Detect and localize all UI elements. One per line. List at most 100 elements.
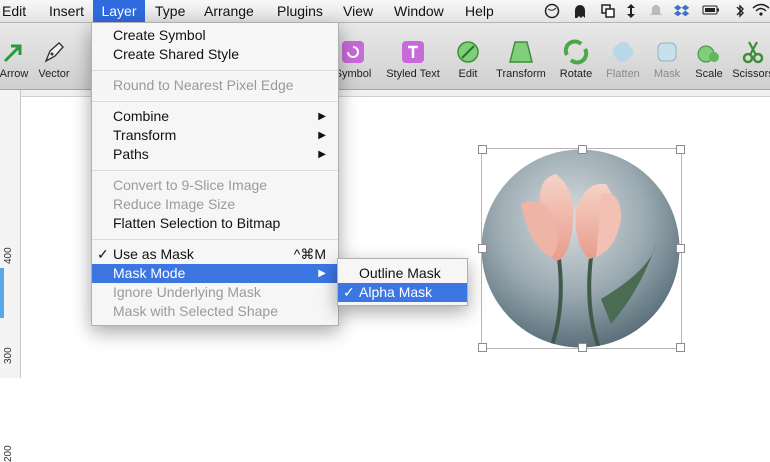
transform-icon bbox=[507, 39, 535, 68]
resize-handle-top-right[interactable] bbox=[676, 145, 685, 154]
ruler-selection-marker bbox=[0, 268, 4, 318]
bell-icon[interactable] bbox=[648, 3, 664, 19]
menu-item-alpha-mask[interactable]: ✓ Alpha Mask bbox=[338, 283, 467, 302]
mask-icon bbox=[654, 39, 680, 68]
resize-handle-top[interactable] bbox=[578, 145, 587, 154]
transform-tool-button[interactable]: Transform bbox=[490, 23, 552, 89]
menu-item-flatten-to-bitmap[interactable]: Flatten Selection to Bitmap bbox=[92, 214, 338, 233]
styled-text-tool-button[interactable]: Styled Text bbox=[381, 23, 445, 89]
menu-help[interactable]: Help bbox=[465, 0, 494, 22]
menu-item-use-as-mask[interactable]: ✓ Use as Mask ^⌘M bbox=[92, 245, 338, 264]
edit-tool-label: Edit bbox=[458, 68, 478, 80]
updown-arrow-icon[interactable] bbox=[624, 3, 638, 19]
menu-item-label: Mask Mode bbox=[113, 265, 186, 281]
menu-item-paths[interactable]: Paths ▶ bbox=[92, 145, 338, 164]
menu-shortcut: ^⌘M bbox=[293, 246, 326, 262]
menu-item-label: Mask with Selected Shape bbox=[113, 303, 278, 319]
ruler-label: 300 bbox=[3, 347, 14, 364]
flatten-tool-label: Flatten bbox=[606, 68, 640, 80]
dropbox-icon[interactable] bbox=[673, 3, 691, 19]
vector-tool-label: Vector bbox=[38, 68, 70, 80]
menu-type[interactable]: Type bbox=[155, 0, 185, 22]
menu-item-outline-mask[interactable]: Outline Mask bbox=[338, 264, 467, 283]
rotate-tool-label: Rotate bbox=[559, 68, 593, 80]
menu-separator bbox=[92, 70, 338, 71]
menu-item-label: Reduce Image Size bbox=[113, 196, 236, 212]
menu-item-combine[interactable]: Combine ▶ bbox=[92, 107, 338, 126]
rotate-tool-button[interactable]: Rotate bbox=[555, 23, 597, 89]
scissors-tool-button[interactable]: Scissors bbox=[731, 23, 770, 89]
resize-handle-bottom[interactable] bbox=[578, 343, 587, 352]
checkmark-icon: ✓ bbox=[97, 246, 109, 262]
resize-handle-left[interactable] bbox=[478, 244, 487, 253]
menu-item-label: Paths bbox=[113, 146, 149, 162]
mask-tool-label: Mask bbox=[653, 68, 681, 80]
menu-item-create-symbol[interactable]: Create Symbol bbox=[92, 26, 338, 45]
scale-tool-button[interactable]: Scale bbox=[690, 23, 728, 89]
selection-bounding-box bbox=[478, 145, 685, 352]
menu-item-label: Outline Mask bbox=[359, 265, 441, 281]
menu-item-round-to-pixel-edge: Round to Nearest Pixel Edge bbox=[92, 76, 338, 95]
symbol-icon bbox=[340, 39, 366, 68]
menu-item-label: Combine bbox=[113, 108, 170, 124]
scissors-icon bbox=[740, 39, 766, 68]
resize-handle-bottom-right[interactable] bbox=[676, 343, 685, 352]
arrow-tool-label: Arrow bbox=[0, 68, 29, 80]
menu-separator bbox=[92, 101, 338, 102]
vector-pen-icon bbox=[41, 39, 67, 68]
submenu-arrow-icon: ▶ bbox=[318, 111, 326, 122]
vector-tool-button[interactable]: Vector bbox=[34, 23, 74, 89]
menu-item-convert-9-slice: Convert to 9-Slice Image bbox=[92, 176, 338, 195]
menu-item-label: Alpha Mask bbox=[359, 284, 433, 300]
menu-item-label: Flatten Selection to Bitmap bbox=[113, 215, 281, 231]
submenu-arrow-icon: ▶ bbox=[318, 149, 326, 160]
checkmark-icon: ✓ bbox=[343, 284, 355, 300]
menu-item-label: Transform bbox=[113, 127, 177, 143]
ghost-icon[interactable] bbox=[571, 3, 589, 19]
scale-icon bbox=[696, 39, 722, 68]
arrow-tool-button[interactable]: Arrow bbox=[0, 23, 38, 89]
menu-item-mask-mode[interactable]: Mask Mode ▶ bbox=[92, 264, 338, 283]
transform-tool-label: Transform bbox=[496, 68, 546, 80]
menu-item-create-shared-style[interactable]: Create Shared Style bbox=[92, 45, 338, 64]
menu-item-label: Create Shared Style bbox=[113, 46, 240, 62]
vertical-ruler: 400 300 200 bbox=[0, 90, 21, 462]
windows-icon[interactable] bbox=[599, 3, 617, 19]
resize-handle-top-left[interactable] bbox=[478, 145, 487, 154]
mask-tool-button[interactable]: Mask bbox=[648, 23, 686, 89]
scissors-tool-label: Scissors bbox=[732, 68, 770, 80]
menu-view[interactable]: View bbox=[343, 0, 373, 22]
menu-plugins[interactable]: Plugins bbox=[277, 0, 323, 22]
menu-layer[interactable]: Layer bbox=[93, 0, 145, 22]
battery-icon[interactable] bbox=[702, 3, 720, 19]
menu-item-label: Ignore Underlying Mask bbox=[113, 284, 261, 300]
scale-tool-label: Scale bbox=[695, 68, 723, 80]
menu-item-label: Use as Mask bbox=[113, 246, 194, 262]
edit-icon bbox=[455, 39, 481, 68]
menu-edit[interactable]: Edit bbox=[0, 0, 32, 22]
globe-icon[interactable] bbox=[543, 3, 561, 19]
arrow-tool-icon bbox=[1, 39, 27, 68]
resize-handle-right[interactable] bbox=[676, 244, 685, 253]
resize-handle-bottom-left[interactable] bbox=[478, 343, 487, 352]
menu-separator bbox=[92, 239, 338, 240]
mask-mode-submenu: Outline Mask ✓ Alpha Mask bbox=[337, 258, 468, 306]
menu-item-reduce-image-size: Reduce Image Size bbox=[92, 195, 338, 214]
menu-insert[interactable]: Insert bbox=[45, 0, 88, 22]
wifi-icon[interactable] bbox=[752, 3, 770, 19]
edit-tool-button[interactable]: Edit bbox=[448, 23, 488, 89]
menu-item-transform[interactable]: Transform ▶ bbox=[92, 126, 338, 145]
menu-window[interactable]: Window bbox=[394, 0, 444, 22]
menu-item-mask-with-selected-shape: Mask with Selected Shape bbox=[92, 302, 338, 321]
bluetooth-icon[interactable] bbox=[734, 3, 746, 19]
menu-item-label: Create Symbol bbox=[113, 27, 206, 43]
ruler-label: 400 bbox=[3, 247, 14, 264]
menu-separator bbox=[92, 170, 338, 171]
menu-item-label: Round to Nearest Pixel Edge bbox=[113, 77, 294, 93]
flatten-tool-button[interactable]: Flatten bbox=[601, 23, 645, 89]
menu-arrange[interactable]: Arrange bbox=[204, 0, 254, 22]
layer-menu: Create Symbol Create Shared Style Round … bbox=[91, 22, 339, 326]
flatten-icon bbox=[610, 39, 636, 68]
rotate-icon bbox=[562, 39, 590, 68]
submenu-arrow-icon: ▶ bbox=[318, 268, 326, 279]
